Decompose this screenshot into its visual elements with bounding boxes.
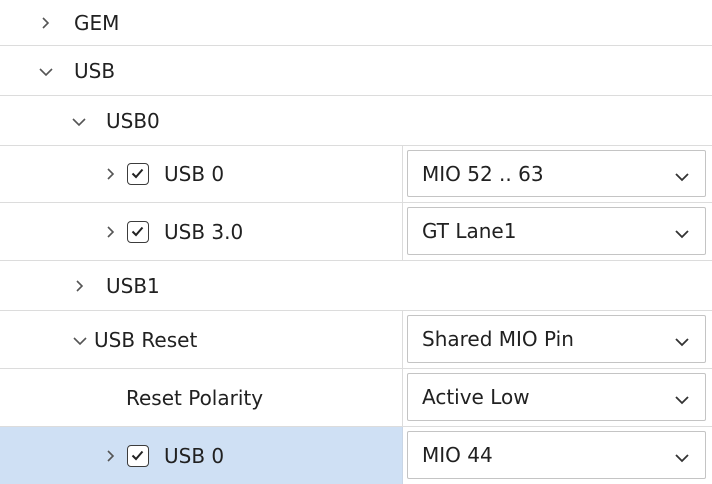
dropdown-caret-icon (675, 333, 689, 347)
tree-row-usb-reset[interactable]: USB Reset Shared MIO Pin (0, 311, 712, 369)
tree-label-reset-usb0: USB 0 (164, 443, 225, 468)
tree-label-usb0-group: USB0 (106, 108, 160, 133)
tree-label-usb: USB (74, 58, 116, 83)
reset-polarity-dropdown[interactable]: Active Low (407, 373, 706, 421)
dropdown-caret-icon (675, 391, 689, 405)
chevron-right-icon[interactable] (36, 14, 54, 32)
chevron-down-icon[interactable] (37, 62, 55, 80)
property-value-cell: MIO 44 (403, 427, 712, 484)
property-name-cell: USB Reset (0, 311, 403, 368)
tree-label-usb30: USB 3.0 (164, 219, 244, 244)
dropdown-caret-icon (675, 225, 689, 239)
tree-row-usb0[interactable]: USB 0 MIO 52 .. 63 (0, 146, 712, 203)
dropdown-value: GT Lane1 (422, 219, 517, 243)
property-name-cell: USB 3.0 (0, 203, 403, 260)
property-value-cell: Active Low (403, 369, 712, 426)
tree-label-usb-reset: USB Reset (94, 327, 198, 352)
property-tree: GEM USB USB0 USB 0 MIO 52 .. 63 USB 3.0 … (0, 0, 712, 484)
usb-reset-dropdown[interactable]: Shared MIO Pin (407, 315, 706, 363)
tree-row-gem[interactable]: GEM (0, 0, 712, 46)
property-value-cell: GT Lane1 (403, 203, 712, 260)
dropdown-value: MIO 44 (422, 443, 493, 467)
chevron-right-icon[interactable] (70, 277, 88, 295)
tree-row-reset-polarity[interactable]: Reset Polarity Active Low (0, 369, 712, 427)
chevron-right-icon[interactable] (101, 165, 119, 183)
tree-label-reset-polarity: Reset Polarity (126, 385, 264, 410)
chevron-right-icon[interactable] (101, 447, 119, 465)
reset-usb0-dropdown[interactable]: MIO 44 (407, 431, 706, 479)
chevron-down-icon[interactable] (70, 112, 88, 130)
tree-label-usb1-group: USB1 (106, 273, 160, 298)
tree-row-usb0-group[interactable]: USB0 (0, 96, 712, 146)
checkbox-checked-icon[interactable] (127, 163, 149, 185)
chevron-down-icon[interactable] (71, 331, 89, 349)
property-value-cell: Shared MIO Pin (403, 311, 712, 368)
dropdown-value: MIO 52 .. 63 (422, 161, 544, 186)
tree-row-usb[interactable]: USB (0, 46, 712, 96)
property-name-cell: USB 0 (0, 427, 403, 484)
property-value-cell: MIO 52 .. 63 (403, 146, 712, 202)
dropdown-caret-icon (675, 449, 689, 463)
usb0-io-dropdown[interactable]: MIO 52 .. 63 (407, 150, 706, 197)
dropdown-value: Active Low (422, 385, 530, 409)
tree-row-usb30[interactable]: USB 3.0 GT Lane1 (0, 203, 712, 261)
tree-label-gem: GEM (74, 10, 120, 35)
tree-label-usb0: USB 0 (164, 162, 225, 186)
chevron-right-icon[interactable] (101, 223, 119, 241)
tree-row-reset-usb0[interactable]: USB 0 MIO 44 (0, 427, 712, 484)
property-name-cell: Reset Polarity (0, 369, 403, 426)
tree-row-usb1-group[interactable]: USB1 (0, 261, 712, 311)
dropdown-caret-icon (675, 168, 689, 181)
property-name-cell: USB 0 (0, 146, 403, 202)
checkbox-checked-icon[interactable] (127, 444, 149, 467)
dropdown-value: Shared MIO Pin (422, 327, 574, 351)
usb30-io-dropdown[interactable]: GT Lane1 (407, 207, 706, 255)
checkbox-checked-icon[interactable] (127, 220, 149, 243)
